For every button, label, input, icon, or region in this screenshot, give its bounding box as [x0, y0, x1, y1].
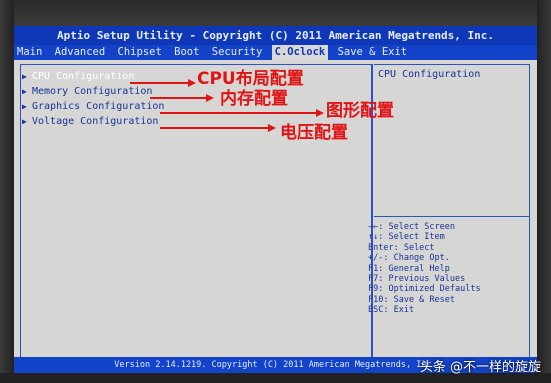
menu-advanced[interactable]: Advanced: [52, 45, 109, 60]
item-cpu-configuration[interactable]: ▶ CPU Configuration: [22, 71, 134, 82]
key-line: F9: Optimized Defaults: [368, 284, 481, 295]
arrow-head-icon: [206, 94, 214, 102]
key-line: F10: Save & Reset: [368, 294, 455, 305]
item-memory-configuration[interactable]: ▶ Memory Configuration: [22, 86, 152, 97]
menu-security[interactable]: Security: [209, 45, 266, 60]
submenu-arrow-icon: ▶: [22, 117, 27, 126]
key-line: →←: Select Screen: [368, 222, 455, 232]
bios-title: Aptio Setup Utility - Copyright (C) 2011…: [14, 26, 537, 45]
help-title: CPU Configuration: [378, 69, 481, 80]
menu-main[interactable]: Main: [14, 45, 45, 60]
watermark: 头条 @不一样的旋旋: [419, 360, 541, 375]
arrow-head-icon: [188, 79, 196, 87]
annotation-voltage: 电压配置: [280, 123, 348, 143]
key-line: ↑↓: Select Item: [368, 232, 445, 243]
key-line: F7: Previous Values: [368, 274, 466, 285]
item-graphics-configuration[interactable]: ▶ Graphics Configuration: [22, 101, 164, 112]
menu-bar: Main Advanced Chipset Boot Security C.Oc…: [14, 45, 537, 60]
menu-save-exit[interactable]: Save & Exit: [335, 45, 411, 60]
bezel-left: [0, 0, 14, 383]
bezel-right: [537, 0, 551, 383]
arrow-head-icon: [316, 109, 324, 117]
submenu-arrow-icon: ▶: [22, 102, 27, 111]
help-separator: [374, 216, 529, 217]
key-line: ESC: Exit: [368, 305, 415, 316]
menu-chipset[interactable]: Chipset: [115, 45, 165, 60]
annotation-memory: 内存配置: [220, 89, 288, 109]
annotation-arrow-voltage: [160, 127, 270, 129]
key-line: F1: General Help: [368, 263, 450, 274]
menu-coclock[interactable]: C.Oclock: [271, 45, 329, 60]
menu-boot[interactable]: Boot: [171, 45, 202, 60]
bezel-top: [0, 0, 551, 26]
key-line: +/-: Change Opt.: [368, 253, 450, 264]
arrow-head-icon: [268, 124, 276, 132]
key-line: Enter: Select: [368, 242, 435, 253]
item-voltage-configuration[interactable]: ▶ Voltage Configuration: [22, 116, 158, 127]
annotation-arrow-memory: [150, 97, 208, 99]
annotation-arrow-cpu: [130, 82, 190, 84]
submenu-arrow-icon: ▶: [22, 72, 27, 81]
submenu-arrow-icon: ▶: [22, 87, 27, 96]
key-legend: →←: Select Screen ↑↓: Select Item Enter:…: [368, 222, 481, 316]
annotation-arrow-graphics: [160, 112, 318, 114]
